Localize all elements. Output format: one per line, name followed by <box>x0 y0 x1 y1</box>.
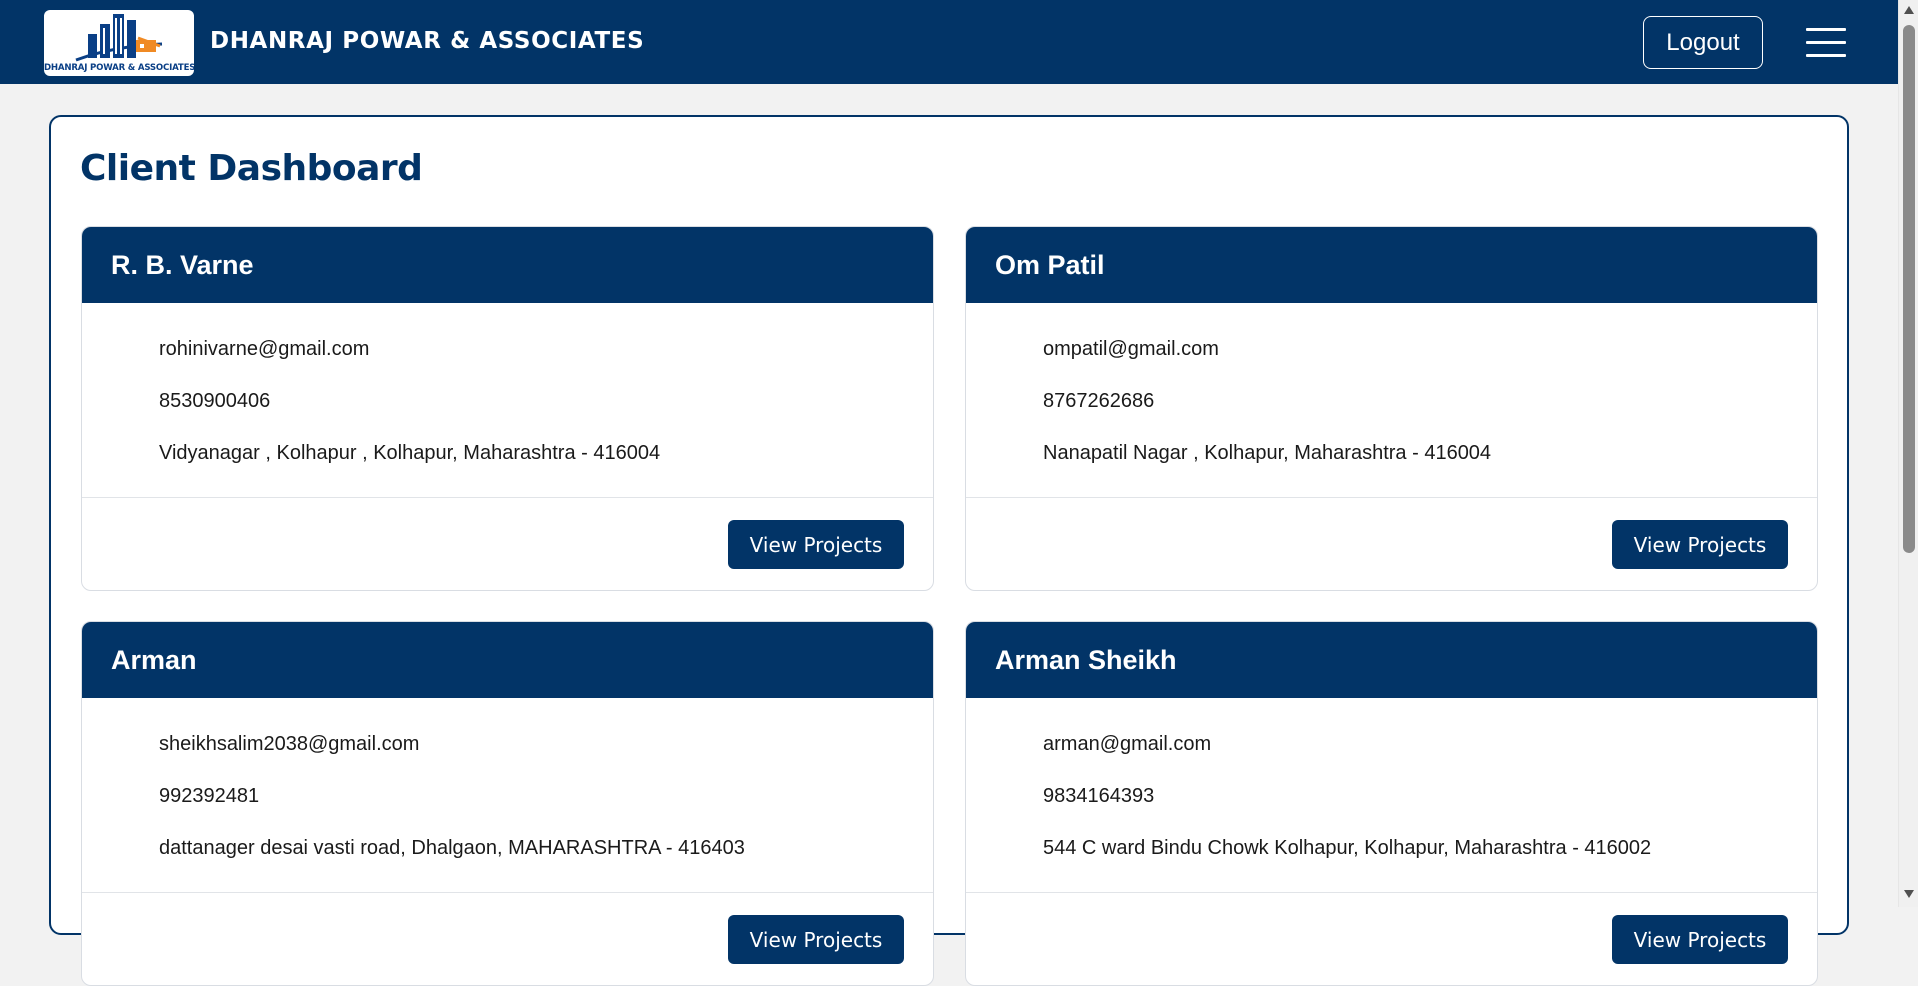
client-phone: 8767262686 <box>1043 390 1155 412</box>
card-footer: View Projects <box>82 498 933 590</box>
client-details: sheikhsalim2038@gmail.com 992392481 datt… <box>82 698 933 893</box>
client-name: Arman <box>82 622 933 698</box>
scroll-up-arrow-icon[interactable] <box>1904 6 1914 14</box>
client-email: ompatil@gmail.com <box>1043 338 1219 360</box>
client-name: Om Patil <box>966 227 1817 303</box>
view-projects-button[interactable]: View Projects <box>728 915 904 964</box>
client-address: dattanager desai vasti road, Dhalgaon, M… <box>159 837 745 859</box>
client-email: rohinivarne@gmail.com <box>159 338 370 360</box>
menu-bar-line <box>1806 54 1846 57</box>
company-logo[interactable]: DHANRAJ POWAR & ASSOCIATES <box>44 10 194 76</box>
client-name: R. B. Varne <box>82 227 933 303</box>
building-logo-icon <box>75 14 163 62</box>
brand-name[interactable]: DHANRAJ POWAR & ASSOCIATES <box>210 28 644 54</box>
scrollbar-thumb[interactable] <box>1903 25 1915 553</box>
client-address: Nanapatil Nagar , Kolhapur, Maharashtra … <box>1043 442 1492 464</box>
card-footer: View Projects <box>966 498 1817 590</box>
hamburger-menu-icon[interactable] <box>1806 28 1846 58</box>
client-card: Arman sheikhsalim2038@gmail.com 99239248… <box>81 621 934 986</box>
menu-bar-line <box>1806 28 1846 31</box>
menu-bar-line <box>1806 41 1846 44</box>
view-projects-button[interactable]: View Projects <box>1612 915 1788 964</box>
client-details: rohinivarne@gmail.com 8530900406 Vidyana… <box>82 303 933 498</box>
client-email: sheikhsalim2038@gmail.com <box>159 733 420 755</box>
client-details: arman@gmail.com 9834164393 544 C ward Bi… <box>966 698 1817 893</box>
client-phone: 8530900406 <box>159 390 271 412</box>
client-address: 544 C ward Bindu Chowk Kolhapur, Kolhapu… <box>1043 837 1652 859</box>
logout-button[interactable]: Logout <box>1643 16 1763 69</box>
scroll-down-arrow-icon[interactable] <box>1904 890 1914 898</box>
vertical-scrollbar[interactable] <box>1898 0 1918 907</box>
client-address: Vidyanagar , Kolhapur , Kolhapur, Mahara… <box>159 442 661 464</box>
client-details: ompatil@gmail.com 8767262686 Nanapatil N… <box>966 303 1817 498</box>
client-name: Arman Sheikh <box>966 622 1817 698</box>
client-phone: 9834164393 <box>1043 785 1155 807</box>
client-phone: 992392481 <box>159 785 260 807</box>
view-projects-button[interactable]: View Projects <box>1612 520 1788 569</box>
client-card: R. B. Varne rohinivarne@gmail.com 853090… <box>81 226 934 591</box>
top-navbar: DHANRAJ POWAR & ASSOCIATES DHANRAJ POWAR… <box>0 0 1898 84</box>
client-email: arman@gmail.com <box>1043 733 1212 755</box>
logo-caption: DHANRAJ POWAR & ASSOCIATES <box>44 63 194 73</box>
client-card: Arman Sheikh arman@gmail.com 9834164393 … <box>965 621 1818 986</box>
view-projects-button[interactable]: View Projects <box>728 520 904 569</box>
page-title: Client Dashboard <box>80 148 423 189</box>
client-card: Om Patil ompatil@gmail.com 8767262686 Na… <box>965 226 1818 591</box>
